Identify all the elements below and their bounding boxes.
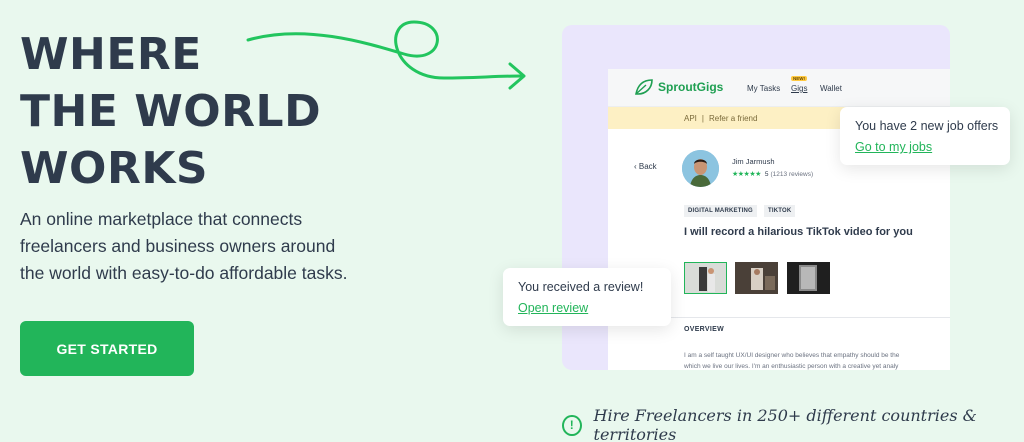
brand-logo[interactable]: SproutGigs [634, 78, 723, 96]
gig-thumbnail-2[interactable] [735, 262, 778, 294]
hero-title-line-3: WORKS [20, 143, 209, 194]
job-offers-notification: You have 2 new job offers Go to my jobs [840, 107, 1010, 165]
info-icon: ! [562, 414, 582, 436]
tag-tiktok[interactable]: TIKTOK [764, 205, 796, 217]
squiggle-arrow-icon [246, 20, 526, 90]
footer-note: ! Hire Freelancers in 250+ different cou… [562, 406, 1024, 442]
nav-wallet[interactable]: Wallet [820, 84, 842, 93]
new-badge: NEW! [791, 76, 807, 81]
star-rating-icon: ★★★★★ [732, 171, 761, 178]
rating-value: 5 [764, 170, 769, 178]
gig-description: I am a self taught UX/UI designer who be… [684, 350, 950, 370]
job-offers-text: You have 2 new job offers [855, 119, 999, 133]
review-count: (1213 reviews) [770, 170, 814, 178]
hero-subtitle: An online marketplace that connects free… [20, 209, 348, 283]
refer-friend-link[interactable]: Refer a friend [709, 114, 757, 123]
back-link[interactable]: ‹ Back [634, 162, 657, 171]
leaf-icon [635, 79, 653, 95]
go-to-my-jobs-link[interactable]: Go to my jobs [855, 140, 932, 154]
overview-heading: OVERVIEW [684, 326, 725, 333]
gig-thumbnail-1[interactable] [684, 262, 727, 294]
brand-name: SproutGigs [658, 80, 724, 94]
nav-gigs[interactable]: Gigs [791, 84, 807, 93]
user-photo [682, 150, 719, 187]
nav-my-tasks[interactable]: My Tasks [747, 84, 780, 93]
banner-separator: | [701, 113, 704, 123]
get-started-button[interactable]: GET STARTED [20, 321, 194, 376]
open-review-link[interactable]: Open review [518, 301, 588, 315]
user-rating: ★★★★★ 5 (1213 reviews) [732, 170, 814, 179]
description-line-1: I am a self taught UX/UI designer who be… [684, 352, 900, 359]
app-navbar: SproutGigs My Tasks NEW! Gigs Wallet [608, 69, 950, 107]
user-name: Jim Jarmush [732, 157, 775, 166]
gig-thumbnail-3[interactable] [787, 262, 830, 294]
footer-text: Hire Freelancers in 250+ different count… [593, 406, 977, 442]
review-text: You received a review! [518, 280, 644, 294]
tag-digital-marketing[interactable]: DIGITAL MARKETING [684, 205, 757, 217]
api-link[interactable]: API [684, 114, 697, 123]
review-notification: You received a review! Open review [503, 268, 671, 326]
description-line-2: which we live our lives. I'm an enthusia… [684, 363, 899, 370]
avatar [682, 150, 719, 187]
gig-title: I will record a hilarious TikTok video f… [684, 226, 913, 238]
